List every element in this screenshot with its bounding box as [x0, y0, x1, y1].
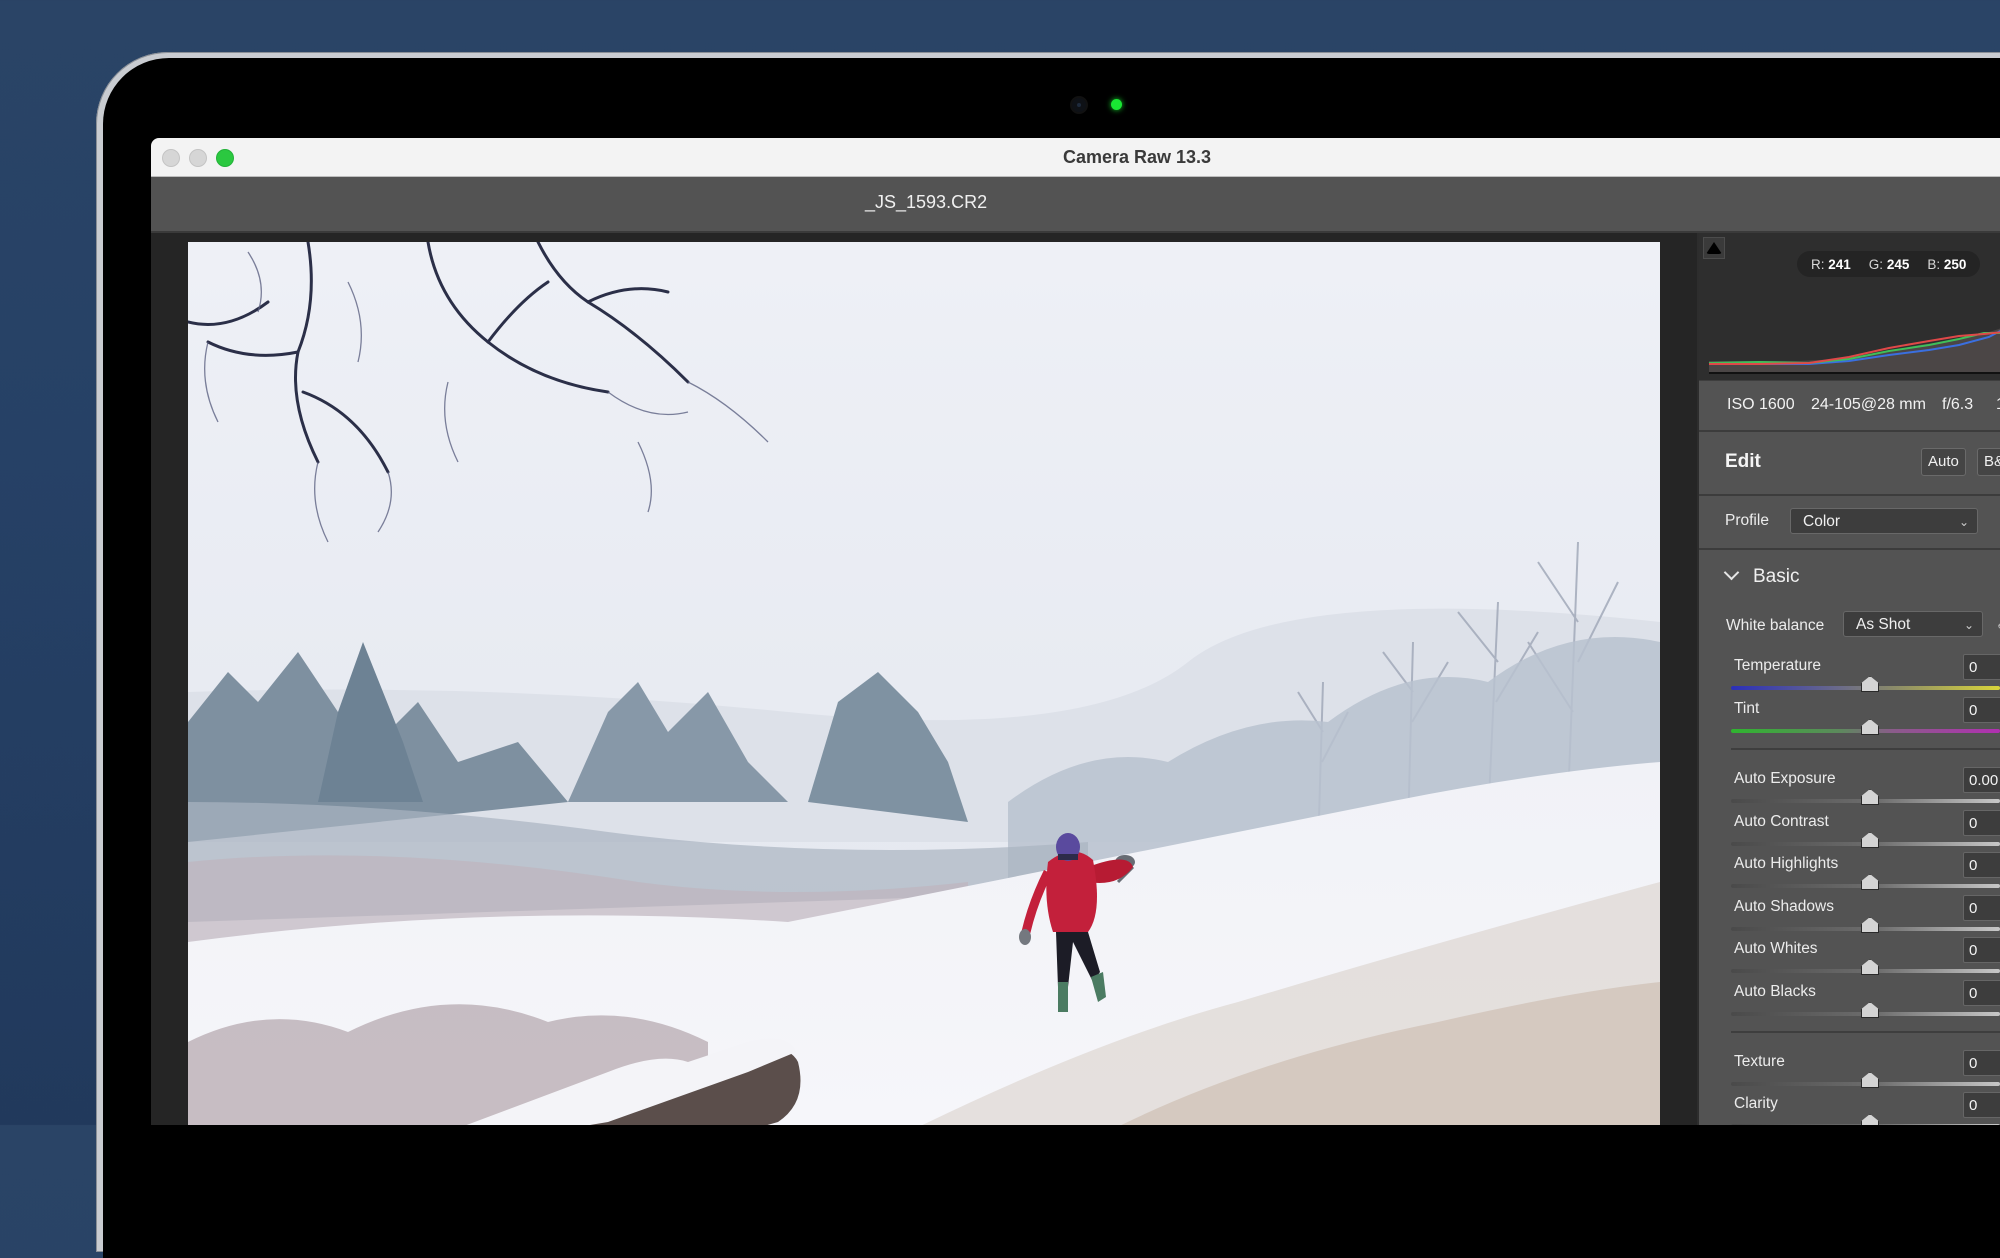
slider-row-auto-contrast: Auto Contrast 0 [1699, 810, 2000, 855]
slider-row-auto-exposure: Auto Exposure 0.00 [1699, 767, 2000, 812]
camera-raw-window: Camera Raw 13.3 _JS_1593.CR2 R: 241 G: 2… [151, 138, 2000, 1125]
slider-row-auto-shadows: Auto Shadows 0 [1699, 895, 2000, 940]
slider-value-input[interactable]: 0 [1963, 1050, 2000, 1076]
profile-row: Profile Color ⌄ [1699, 496, 2000, 550]
slider-thumb[interactable] [1861, 1114, 1879, 1125]
chevron-down-icon [1723, 564, 1740, 581]
photo-preview[interactable] [188, 242, 1660, 1125]
slider-label: Texture [1734, 1053, 1785, 1070]
slider-row-temperature: Temperature 0 [1699, 654, 2000, 699]
basic-section-title: Basic [1753, 566, 1800, 587]
slider-thumb[interactable] [1861, 832, 1879, 848]
white-balance-label: White balance [1726, 617, 1825, 634]
chevron-down-icon: ⌄ [1958, 515, 1969, 529]
filename-label: _JS_1593.CR2 [865, 192, 988, 212]
slider-row-auto-blacks: Auto Blacks 0 [1699, 980, 2000, 1025]
filename-bar: _JS_1593.CR2 [151, 177, 2000, 233]
chevron-down-icon: ⌄ [1963, 618, 1974, 632]
slider-row-auto-highlights: Auto Highlights 0 [1699, 852, 2000, 897]
image-canvas[interactable] [151, 233, 1697, 1125]
slider-row-auto-whites: Auto Whites 0 [1699, 937, 2000, 982]
slider-row-clarity: Clarity 0 [1699, 1092, 2000, 1125]
section-divider [1731, 748, 2000, 750]
slider-label: Auto Highlights [1734, 855, 1839, 872]
slider-row-tint: Tint 0 [1699, 697, 2000, 742]
webcam-icon [1072, 98, 1086, 112]
iso-value: ISO 1600 [1727, 396, 1795, 413]
snow-landscape-photo [188, 242, 1660, 1125]
slider-label: Auto Contrast [1734, 813, 1829, 830]
slider-value-input[interactable]: 0 [1963, 937, 2000, 963]
lens-value: 24-105@28 mm [1811, 396, 1926, 413]
slider-label: Auto Whites [1734, 940, 1818, 957]
slider-value-input[interactable]: 0.00 [1963, 767, 2000, 793]
slider-thumb[interactable] [1861, 959, 1879, 975]
shutter-value: 1 [1996, 396, 2000, 414]
slider-value-input[interactable]: 0 [1963, 852, 2000, 878]
profile-dropdown[interactable]: Color ⌄ [1790, 508, 1978, 534]
slider-value-input[interactable]: 0 [1963, 810, 2000, 836]
histogram-graph [1708, 328, 2000, 374]
auto-button[interactable]: Auto [1921, 448, 1966, 476]
black-and-white-button[interactable]: B& [1977, 448, 2000, 476]
slider-label: Auto Blacks [1734, 983, 1816, 1000]
slider-value-input[interactable]: 0 [1963, 654, 2000, 680]
title-bar: Camera Raw 13.3 [151, 138, 2000, 177]
profile-value: Color [1803, 513, 1841, 530]
slider-label: Auto Exposure [1734, 770, 1836, 787]
slider-thumb[interactable] [1861, 719, 1879, 735]
aperture-value: f/6.3 [1942, 396, 1974, 413]
edit-header: Edit Auto B& [1699, 432, 2000, 496]
slider-label: Tint [1734, 700, 1760, 717]
slider-label: Clarity [1734, 1095, 1778, 1112]
slider-thumb[interactable] [1861, 1072, 1879, 1088]
slider-thumb[interactable] [1861, 917, 1879, 933]
slider-row-texture: Texture 0 [1699, 1050, 2000, 1095]
slider-value-input[interactable]: 0 [1963, 697, 2000, 723]
slider-thumb[interactable] [1861, 874, 1879, 890]
slider-thumb[interactable] [1861, 789, 1879, 805]
camera-info-bar: ISO 1600 24-105@28 mm f/6.3 1 [1699, 382, 2000, 432]
slider-thumb[interactable] [1861, 676, 1879, 692]
slider-value-input[interactable]: 0 [1963, 980, 2000, 1006]
window-title: Camera Raw 13.3 [1062, 147, 1212, 167]
white-balance-value: As Shot [1856, 616, 1911, 633]
section-divider [1731, 1031, 2000, 1033]
edit-panel: R: 241 G: 245 B: 250 ISO 1600 24-105@28 … [1697, 233, 2000, 1125]
slider-thumb[interactable] [1861, 1002, 1879, 1018]
basic-section-toggle[interactable]: Basic [1723, 564, 1800, 588]
slider-label: Temperature [1734, 657, 1822, 674]
slider-value-input[interactable]: 0 [1963, 1092, 2000, 1118]
profile-label: Profile [1725, 512, 1769, 529]
camera-indicator-light [1111, 99, 1122, 110]
edit-title: Edit [1725, 451, 1761, 472]
slider-value-input[interactable]: 0 [1963, 895, 2000, 921]
histogram: R: 241 G: 245 B: 250 [1699, 233, 2000, 381]
slider-label: Auto Shadows [1734, 898, 1834, 915]
white-balance-dropdown[interactable]: As Shot ⌄ [1843, 611, 1983, 637]
